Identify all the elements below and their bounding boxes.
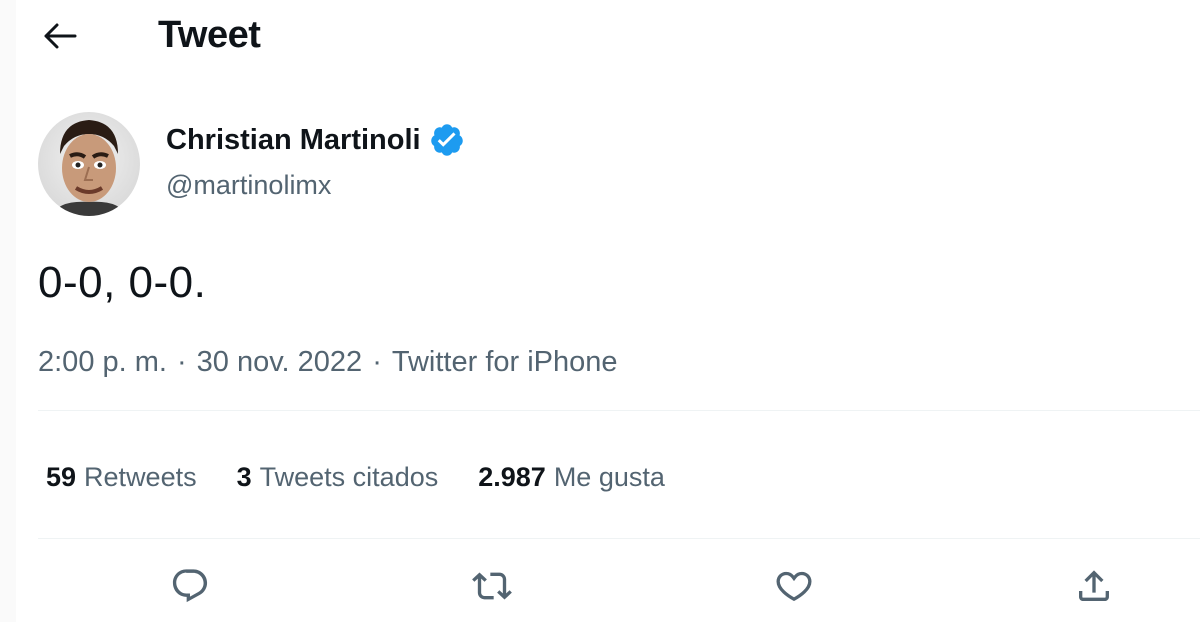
share-button[interactable] [1068,560,1120,612]
meta-separator: · [372,346,382,378]
retweet-button[interactable] [466,560,518,612]
reply-button[interactable] [164,560,216,612]
like-icon [776,571,812,602]
tweet-actions [0,560,1200,612]
author-handle[interactable]: @martinolimx [166,170,331,201]
stat-likes[interactable]: 2.987 Me gusta [478,462,665,493]
verified-badge-icon [429,122,465,158]
tweet-date[interactable]: 30 nov. 2022 [197,346,363,379]
tweet-time[interactable]: 2:00 p. m. [38,346,167,379]
share-icon [1079,570,1109,601]
avatar-image [38,112,140,216]
divider [38,538,1200,539]
page-title: Tweet [158,14,261,56]
stat-quote-tweets[interactable]: 3 Tweets citados [237,462,439,493]
reply-icon [172,569,208,603]
retweet-icon [472,572,512,600]
like-button[interactable] [768,560,820,612]
stat-count: 3 [236,462,252,492]
page-header: Tweet [0,0,1200,72]
avatar[interactable] [38,112,140,216]
meta-separator: · [176,346,187,378]
back-button[interactable] [38,16,82,56]
tweet-meta: 2:00 p. m. · 30 nov. 2022 · Twitter for … [38,346,618,379]
tweet-detail-page: Tweet Christian Martinoli @martinolimx 0… [0,0,1200,622]
stat-count: 2.987 [478,462,546,492]
stat-label: Tweets citados [259,462,439,492]
tweet-text: 0-0, 0-0. [38,258,207,307]
stat-label: Retweets [84,462,197,492]
tweet-source[interactable]: Twitter for iPhone [392,346,618,379]
author-name-row: Christian Martinoli [166,122,465,158]
tweet-stats: 59 Retweets 3 Tweets citados 2.987 Me gu… [46,462,665,493]
stat-retweets[interactable]: 59 Retweets [46,462,197,493]
left-edge [0,0,16,622]
stat-label: Me gusta [553,462,665,492]
author-display-name[interactable]: Christian Martinoli [166,124,421,157]
stat-count: 59 [46,462,77,492]
divider [38,410,1200,411]
arrow-left-icon [44,23,77,49]
